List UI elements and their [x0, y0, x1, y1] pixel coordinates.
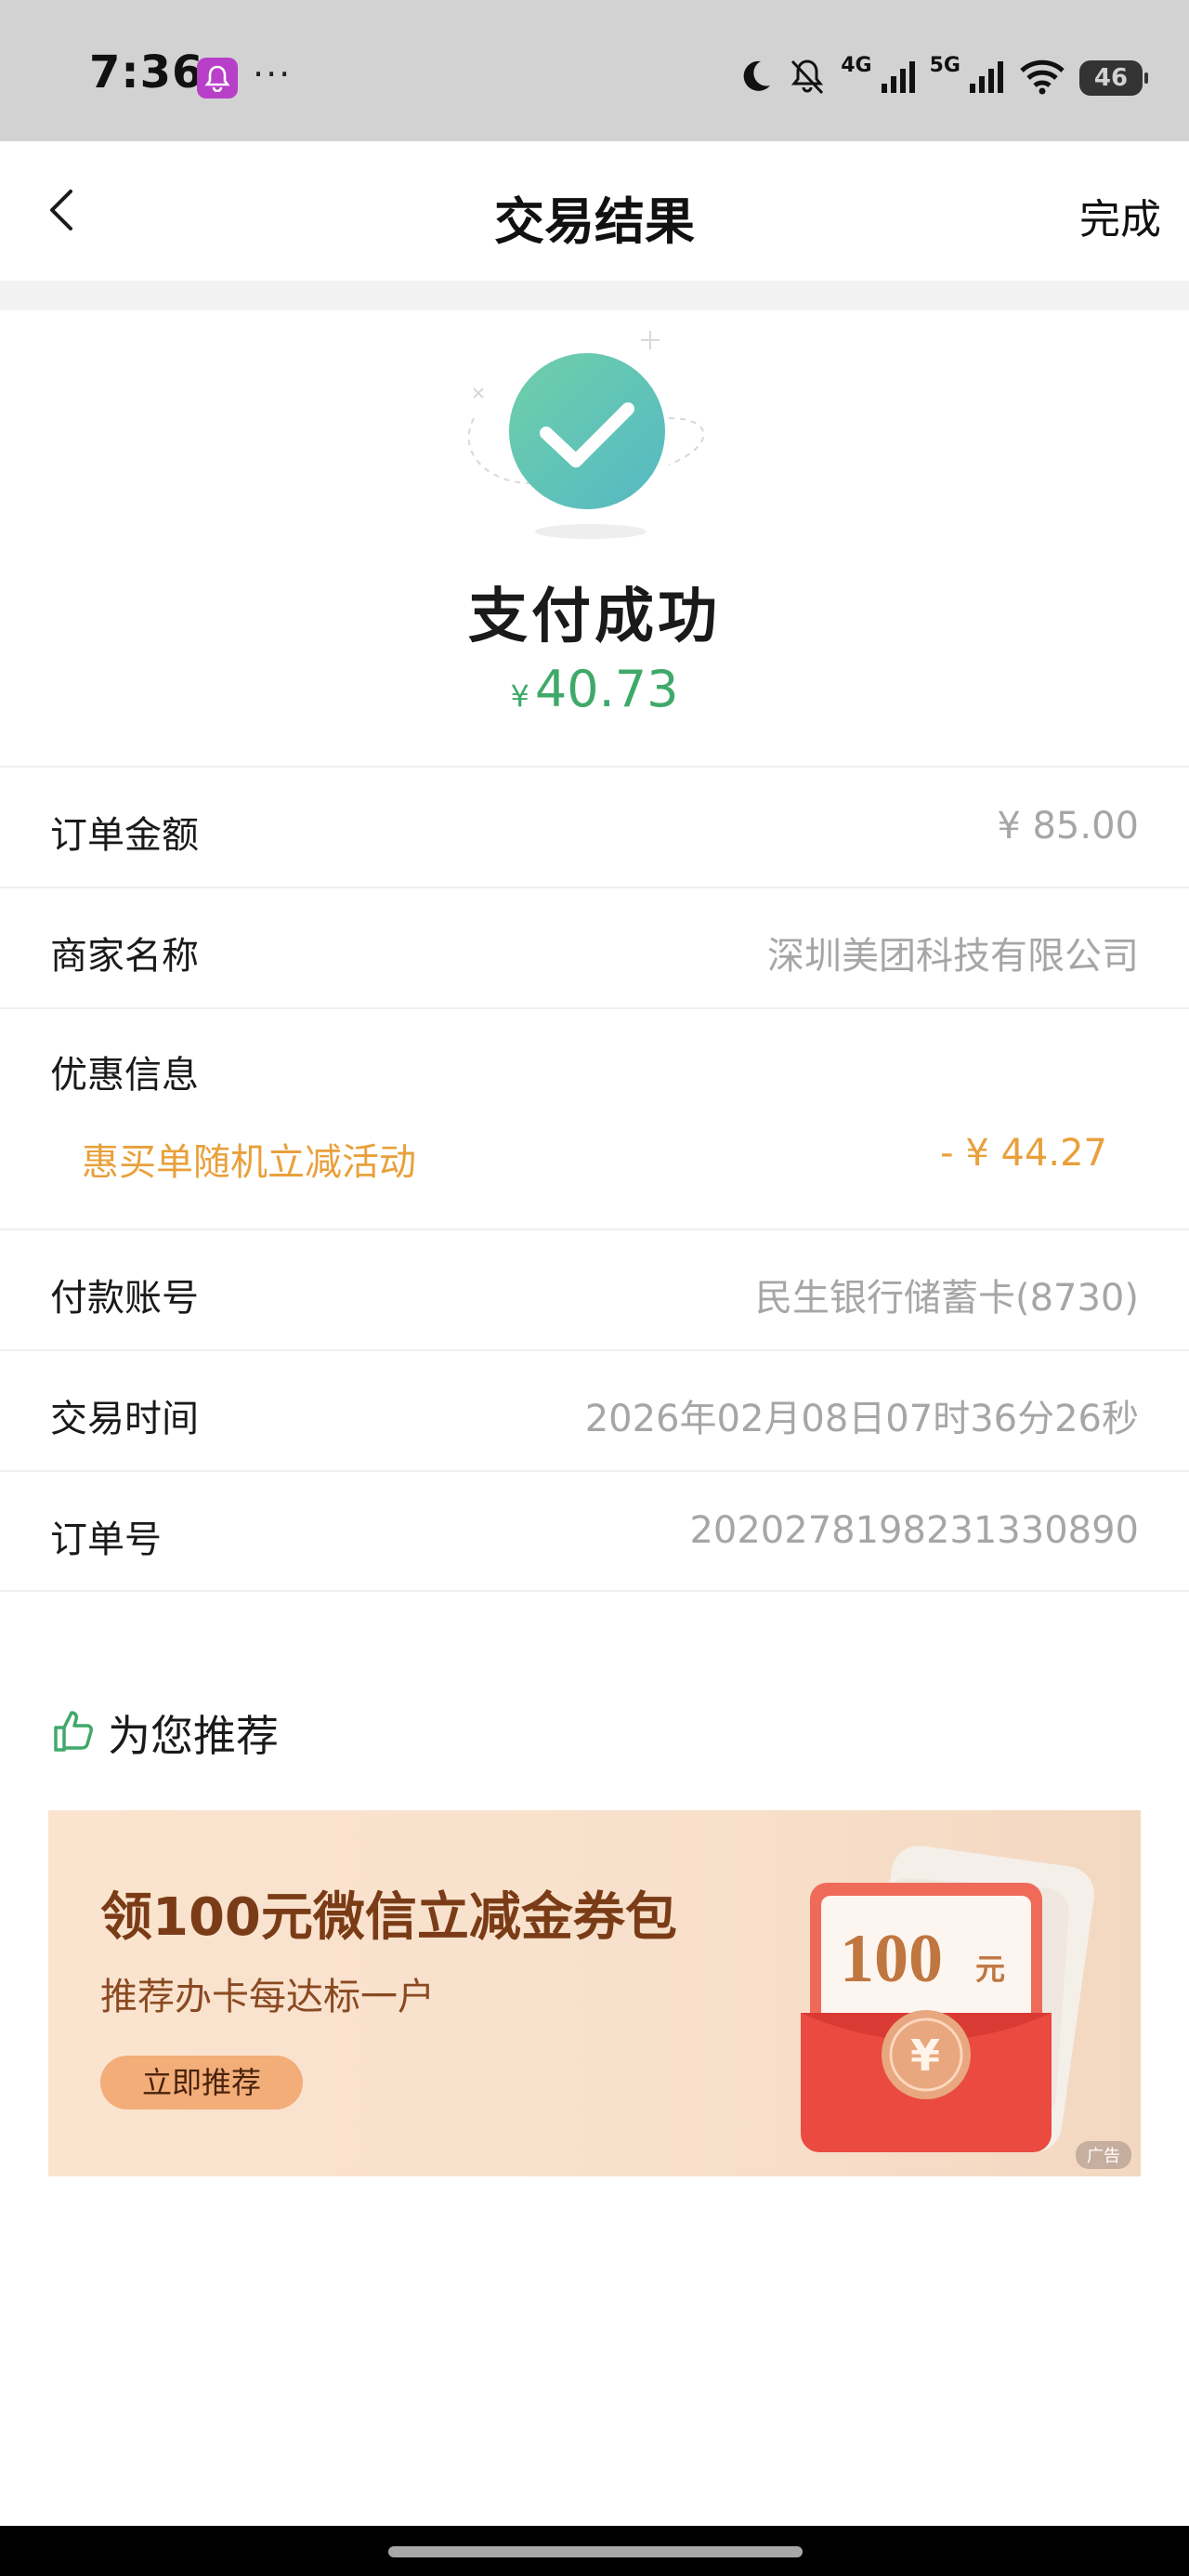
- paid-amount-value: 40.73: [534, 660, 679, 718]
- discount-name: 惠买单随机立减活动: [82, 1141, 416, 1184]
- merchant-label: 商家名称: [50, 935, 199, 978]
- payment-status-title: 支付成功: [468, 583, 721, 651]
- ad-title: 领100元微信立减金券包: [100, 1887, 677, 1948]
- page-title: 交易结果: [494, 192, 695, 251]
- merchant-value: 深圳美团科技有限公司: [767, 935, 1139, 978]
- divider: [0, 1590, 1189, 1592]
- account-label: 付款账号: [50, 1277, 199, 1320]
- mute-icon: [787, 56, 828, 100]
- bell-app-icon: [197, 58, 238, 99]
- recommend-title: 为您推荐: [108, 1711, 279, 1761]
- order-amount-row: 订单金额 ¥ 85.00: [0, 766, 1189, 887]
- net-4g-label: 4G: [841, 53, 872, 77]
- success-check-icon: [455, 325, 734, 548]
- discount-row: 优惠信息 惠买单随机立减活动 - ¥ 44.27: [0, 1007, 1189, 1229]
- account-row: 付款账号 民生银行储蓄卡(8730): [0, 1229, 1189, 1349]
- transaction-time-row: 交易时间 2026年02月08日07时36分26秒: [0, 1349, 1189, 1470]
- transaction-time-value: 2026年02月08日07时36分26秒: [584, 1398, 1139, 1440]
- done-button[interactable]: 完成: [1079, 186, 1161, 245]
- signal-icon: [880, 58, 917, 99]
- currency-symbol: ¥: [510, 678, 529, 714]
- signal-icon: [968, 58, 1005, 99]
- thumbs-up-icon: [50, 1707, 98, 1759]
- order-number-label: 订单号: [50, 1518, 162, 1561]
- recommend-header: 为您推荐: [50, 1702, 279, 1764]
- nav-header: 交易结果 完成: [0, 141, 1189, 281]
- ad-tag: 广告: [1076, 2141, 1131, 2169]
- discount-value: - ¥ 44.27: [940, 1132, 1107, 1175]
- ad-subtitle: 推荐办卡每达标一户: [100, 1976, 435, 2018]
- coupon-unit: 元: [975, 1952, 1005, 1987]
- order-number-row: 订单号 2020278198231330890: [0, 1470, 1189, 1591]
- divider-band: [0, 281, 1189, 310]
- moon-icon: [737, 58, 774, 99]
- order-amount-value: ¥ 85.00: [997, 805, 1139, 848]
- order-number-value: 2020278198231330890: [689, 1509, 1139, 1552]
- discount-label: 优惠信息: [50, 1054, 199, 1097]
- ad-banner[interactable]: 领100元微信立减金券包 推荐办卡每达标一户 立即推荐 100 元 ¥ 广告: [48, 1810, 1141, 2176]
- more-notifications-icon: ···: [253, 54, 293, 95]
- merchant-row: 商家名称 深圳美团科技有限公司: [0, 887, 1189, 1007]
- wifi-icon: [1018, 58, 1066, 99]
- status-time: 7:36: [89, 46, 204, 99]
- recommend-now-button[interactable]: 立即推荐: [100, 2056, 303, 2109]
- transaction-time-label: 交易时间: [50, 1398, 199, 1440]
- account-value: 民生银行储蓄卡(8730): [754, 1277, 1139, 1320]
- coin-symbol: ¥: [910, 2031, 940, 2081]
- status-bar: 7:36 ··· 4G 5G 46: [0, 0, 1189, 141]
- net-5g-label: 5G: [929, 53, 960, 77]
- coupon-amount: 100: [840, 1921, 943, 1997]
- paid-amount: ¥40.73: [0, 660, 1189, 718]
- home-indicator[interactable]: [388, 2546, 803, 2557]
- order-amount-label: 订单金额: [50, 814, 199, 857]
- battery-icon: 46: [1079, 60, 1148, 96]
- red-envelope-illustration: 100 元 ¥: [736, 1827, 1126, 2162]
- status-icons: 4G 5G 46: [737, 50, 1148, 106]
